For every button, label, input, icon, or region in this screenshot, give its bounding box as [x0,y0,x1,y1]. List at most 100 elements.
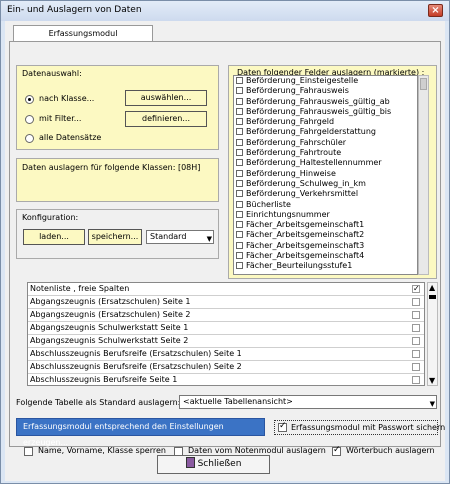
table-row[interactable]: Abschlusszeugnis Berufsreife Seite 1 [28,374,424,385]
field-list-item[interactable]: Beförderung_Fahrausweis_gültig_bis [234,107,417,117]
field-checkbox[interactable] [236,231,243,239]
load-config-button[interactable]: laden... [23,229,85,245]
field-checkbox[interactable] [236,252,243,260]
field-label: Fächer_Arbeitsgemeinschaft2 [246,230,365,240]
save-config-button[interactable]: speichern... [88,229,142,245]
field-checkbox[interactable] [236,97,243,105]
field-list-item[interactable]: Beförderung_Fahrausweis [234,86,417,96]
field-list-item[interactable]: Beförderung_Fahrgeld [234,117,417,127]
field-list-item[interactable]: Fächer_Arbeitsgemeinschaft1 [234,220,417,230]
field-checkbox[interactable] [236,87,243,95]
field-checkbox[interactable] [236,149,243,157]
field-list-item[interactable]: Beförderung_Fahrgelderstattung [234,127,417,137]
tables-scrollbar[interactable]: ▲ ▼ [427,282,438,386]
field-label: Beförderung_Fahrgeld [246,117,335,127]
default-table-select[interactable]: <aktuelle Tabellenansicht> ▼ [179,395,437,409]
password-checkbox[interactable] [278,421,287,432]
field-checkbox[interactable] [236,169,243,177]
close-window-button[interactable]: × [428,4,443,17]
table-row-checkbox[interactable] [412,363,420,371]
field-label: Beförderung_Verkehrsmittel [246,189,359,199]
field-checkbox[interactable] [236,262,243,270]
table-row[interactable]: Abgangszeugnis Schulwerkstatt Seite 2 [28,335,424,348]
field-checkbox[interactable] [236,138,243,146]
table-row-name: Abgangszeugnis (Ersatzschulen) Seite 1 [30,297,191,306]
define-filter-button[interactable]: definieren... [125,111,207,127]
table-row-checkbox[interactable] [412,376,420,384]
scroll-up-icon[interactable]: ▲ [429,283,435,292]
chevron-down-icon: ▼ [206,235,212,243]
table-row[interactable]: Abschlusszeugnis Berufsreife (Ersatzschu… [28,348,424,361]
lock-names-checkbox[interactable] [24,447,33,456]
dialog-window: Ein- und Auslagern von Daten × Erfassung… [0,0,450,484]
fields-scroll-thumb[interactable] [420,78,427,90]
table-row[interactable]: Notenliste , freie Spalten [28,283,424,296]
config-preset-select[interactable]: Standard ▼ [146,230,214,244]
password-option[interactable]: Erfassungsmodul mit Passwort sichern [274,420,445,435]
field-list-item[interactable]: Fächer_Arbeitsgemeinschaft2 [234,230,417,240]
table-row[interactable]: Abschlusszeugnis Berufsreife (Ersatzschu… [28,361,424,374]
tab-panel: Datenauswahl: nach Klasse... mit Filter.… [9,41,445,456]
radio-by-class[interactable] [25,95,34,104]
field-list-item[interactable]: Beförderung_Fahrschüler [234,138,417,148]
export-dictionary-checkbox[interactable] [332,445,341,456]
field-checkbox[interactable] [236,118,243,126]
field-list-item[interactable]: Fächer_Arbeitsgemeinschaft3 [234,241,417,251]
scroll-down-icon[interactable]: ▼ [429,376,435,385]
field-list-item[interactable]: Bücherliste [234,200,417,210]
field-label: Beförderung_Schulweg_in_km [246,178,366,188]
default-table-label: Folgende Tabelle als Standard auslagern: [16,398,181,407]
table-row-checkbox[interactable] [412,337,420,345]
table-row[interactable]: Abgangszeugnis Schulwerkstatt Seite 1 [28,322,424,335]
field-list-item[interactable]: Beförderung_Schulweg_in_km [234,179,417,189]
field-checkbox[interactable] [236,200,243,208]
field-list-item[interactable]: Beförderung_Fahrausweis_gültig_ab [234,97,417,107]
field-checkbox[interactable] [236,221,243,229]
field-checkbox[interactable] [236,107,243,115]
field-label: Fächer_Arbeitsgemeinschaft3 [246,240,365,250]
radio-with-filter[interactable] [25,115,34,124]
table-row-name: Abschlusszeugnis Berufsreife Seite 1 [30,375,178,384]
field-list-item[interactable]: Fächer_Beurteilungsstufe1 [234,261,417,271]
table-row-checkbox[interactable] [412,283,420,295]
table-row-checkbox[interactable] [412,311,420,319]
create-module-button[interactable]: Erfassungsmodul entsprechend den Einstel… [16,418,265,447]
fields-scrollbar[interactable] [418,75,429,275]
fields-listbox[interactable]: Beförderung_Einsteigestelle Beförderung_F… [233,75,418,275]
field-label: Beförderung_Fahrausweis_gültig_ab [246,96,390,106]
field-list-item[interactable]: Fächer_Arbeitsgemeinschaft4 [234,251,417,261]
field-checkbox[interactable] [236,159,243,167]
field-checkbox[interactable] [236,128,243,136]
table-row-checkbox[interactable] [412,298,420,306]
field-list-item[interactable]: Beförderung_Fahrtroute [234,148,417,158]
field-checkbox[interactable] [236,179,243,187]
select-classes-button[interactable]: auswählen... [125,90,207,106]
table-row-checkbox[interactable] [412,350,420,358]
table-row-checkbox[interactable] [412,324,420,332]
radio-with-filter-label: mit Filter... [39,114,82,123]
field-checkbox[interactable] [236,241,243,249]
field-list-item[interactable]: Beförderung_Verkehrsmittel [234,189,417,199]
window-title: Ein- und Auslagern von Daten [7,5,142,15]
field-list-item[interactable]: Beförderung_Haltestellennummer [234,158,417,168]
field-list-item[interactable]: Einrichtungsnummer [234,210,417,220]
tables-grid[interactable]: Notenliste , freie Spalten Abgangszeugnis… [27,282,425,386]
tab-erfassungsmodul[interactable]: Erfassungsmodul [13,25,153,42]
table-row[interactable]: Abgangszeugnis (Ersatzschulen) Seite 1 [28,296,424,309]
selection-panel: Datenauswahl: nach Klasse... mit Filter.… [16,65,219,150]
radio-all-records-label: alle Datensätze [39,133,102,142]
close-button[interactable]: Schließen [157,455,270,474]
table-row-name: Notenliste , freie Spalten [30,284,130,293]
table-row[interactable]: Abgangszeugnis (Ersatzschulen) Seite 2 [28,309,424,322]
table-row-name: Abschlusszeugnis Berufsreife (Ersatzschu… [30,349,242,358]
field-checkbox[interactable] [236,210,243,218]
radio-all-records[interactable] [25,134,34,143]
lock-names-label: Name, Vorname, Klasse sperren [38,446,166,455]
field-checkbox[interactable] [236,190,243,198]
table-row-name: Abgangszeugnis Schulwerkstatt Seite 1 [30,323,189,332]
tables-scroll-thumb[interactable] [429,295,436,299]
field-checkbox[interactable] [236,77,243,84]
door-icon [185,457,195,468]
field-list-item[interactable]: Beförderung_Hinweise [234,169,417,179]
field-list-item[interactable]: Beförderung_Einsteigestelle [234,76,417,86]
